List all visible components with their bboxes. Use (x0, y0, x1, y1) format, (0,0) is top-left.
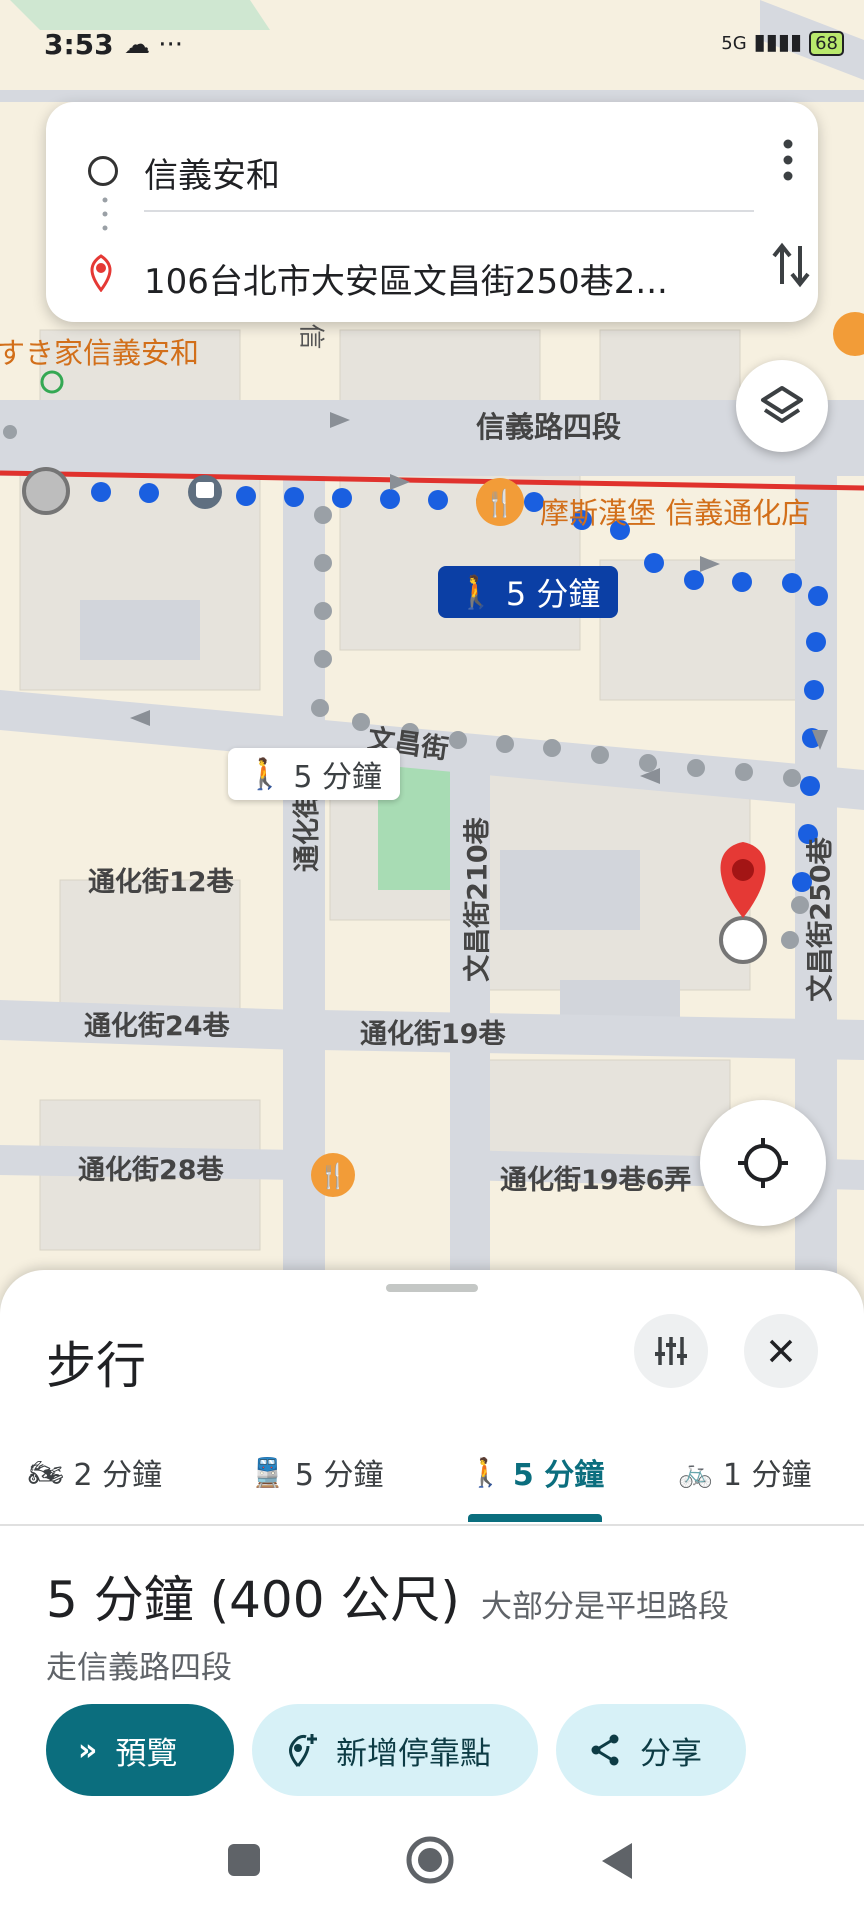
status-icons: 5G ▮▮▮▮ 68 (721, 30, 844, 56)
battery-level: 68 (815, 33, 838, 54)
circle-outline-icon (88, 156, 118, 186)
map-label-tonghua-28: 通化街28巷 (78, 1155, 224, 1186)
drag-handle[interactable] (386, 1284, 478, 1292)
map-label-wenchang-210: 文昌街210巷 (462, 817, 494, 982)
walk-time-label: 5 分鐘 (293, 760, 382, 795)
map-label-xinyi-road: 信義路四段 (476, 410, 622, 444)
route-note: 大部分是平坦路段 (481, 1589, 730, 1625)
map-label-tonghua-19-6: 通化街19巷6弄 (500, 1165, 692, 1196)
share-button[interactable]: 分享 (556, 1704, 746, 1796)
status-bar: 3:53 ☁ ··· 5G ▮▮▮▮ 68 (0, 0, 864, 90)
tab-motorcycle[interactable]: 🏍 2 分鐘 (28, 1420, 162, 1524)
share-icon (591, 1734, 619, 1766)
crosshair-icon (738, 1138, 788, 1188)
bicycle-icon: 🚲 (678, 1455, 713, 1489)
map-label-sukiya[interactable]: すき家信義安和 (0, 330, 199, 372)
tune-icon (655, 1337, 687, 1365)
map-label-xin: 信 (295, 323, 326, 350)
tab-walking[interactable]: 🚶 5 分鐘 (468, 1420, 604, 1524)
origin-input[interactable]: 信義安和 (144, 148, 724, 197)
divider (144, 210, 754, 212)
walking-icon: 🚶 (246, 756, 284, 792)
map-label-tonghua-12: 通化街12巷 (88, 867, 234, 898)
route-dots-icon (102, 197, 108, 231)
walk-time-badge-primary[interactable]: 🚶 5 分鐘 (438, 566, 619, 618)
travel-mode-tabs: 🏍 2 分鐘 🚆 5 分鐘 🚶 5 分鐘 🚲 1 分鐘 (0, 1420, 864, 1526)
double-chevron-icon: » (78, 1732, 98, 1768)
layers-button[interactable] (736, 360, 828, 452)
destination-row[interactable]: 106台北市大安區文昌街250巷2... (46, 230, 818, 320)
train-icon: 🚆 (250, 1455, 285, 1489)
more-options-icon[interactable] (782, 138, 794, 182)
tab-label: 5 分鐘 (294, 1458, 384, 1493)
map-label-tonghua-st: 通化街 (292, 791, 323, 872)
directions-card: 信義安和 106台北市大安區文昌街250巷2... (46, 102, 818, 322)
add-stop-label: 新增停靠點 (336, 1735, 491, 1772)
network-label: 5G (721, 33, 747, 54)
location-pin-icon (90, 254, 112, 292)
destination-input[interactable]: 106台北市大安區文昌街250巷2... (144, 254, 724, 303)
battery-icon: 68 (809, 31, 844, 56)
route-summary[interactable]: 5 分鐘 (400 公尺) 大部分是平坦路段 (46, 1560, 729, 1632)
close-button[interactable] (744, 1314, 818, 1388)
recents-button[interactable] (224, 1840, 264, 1880)
add-stop-button[interactable]: 新增停靠點 (252, 1704, 538, 1796)
preview-label: 預覽 (115, 1735, 178, 1772)
layers-icon (761, 386, 803, 423)
map-label-mos[interactable]: 摩斯漢堡 信義通化店 (540, 490, 810, 532)
swap-icon[interactable] (770, 240, 812, 290)
walking-icon: 🚶 (456, 573, 496, 611)
add-location-icon (289, 1734, 317, 1767)
home-button[interactable] (404, 1834, 456, 1886)
origin-row[interactable]: 信義安和 (46, 122, 818, 212)
route-via: 走信義路四段 (46, 1650, 232, 1686)
share-label: 分享 (640, 1735, 702, 1772)
walking-icon: 🚶 (468, 1455, 503, 1489)
my-location-button[interactable] (700, 1100, 826, 1226)
status-extra: ☁ ··· (124, 30, 184, 60)
signal-icon: ▮▮▮▮ (753, 30, 803, 55)
walk-time-label: 5 分鐘 (505, 575, 601, 613)
system-nav-bar (0, 1810, 864, 1920)
tab-label: 5 分鐘 (512, 1458, 605, 1493)
map-label-tonghua-24: 通化街24巷 (84, 1011, 230, 1042)
map-label-tonghua-19: 通化街19巷 (360, 1019, 506, 1050)
route-options-button[interactable] (634, 1314, 708, 1388)
motorcycle-icon: 🏍 (28, 1455, 64, 1489)
tab-label: 2 分鐘 (73, 1458, 163, 1493)
tab-transit[interactable]: 🚆 5 分鐘 (250, 1420, 384, 1524)
close-icon (769, 1339, 793, 1363)
sheet-title: 步行 (46, 1337, 146, 1395)
route-duration: 5 分鐘 (400 公尺) (46, 1571, 460, 1629)
preview-button[interactable]: » 預覽 (46, 1704, 234, 1796)
walk-time-badge-alt[interactable]: 🚶 5 分鐘 (228, 748, 400, 800)
back-button[interactable] (596, 1840, 636, 1882)
tab-label: 1 分鐘 (722, 1458, 812, 1493)
status-time: 3:53 (44, 28, 114, 61)
tab-bicycle[interactable]: 🚲 1 分鐘 (678, 1420, 812, 1524)
active-tab-indicator (468, 1514, 602, 1522)
map-label-wenchang-250: 文昌街250巷 (805, 837, 837, 1002)
